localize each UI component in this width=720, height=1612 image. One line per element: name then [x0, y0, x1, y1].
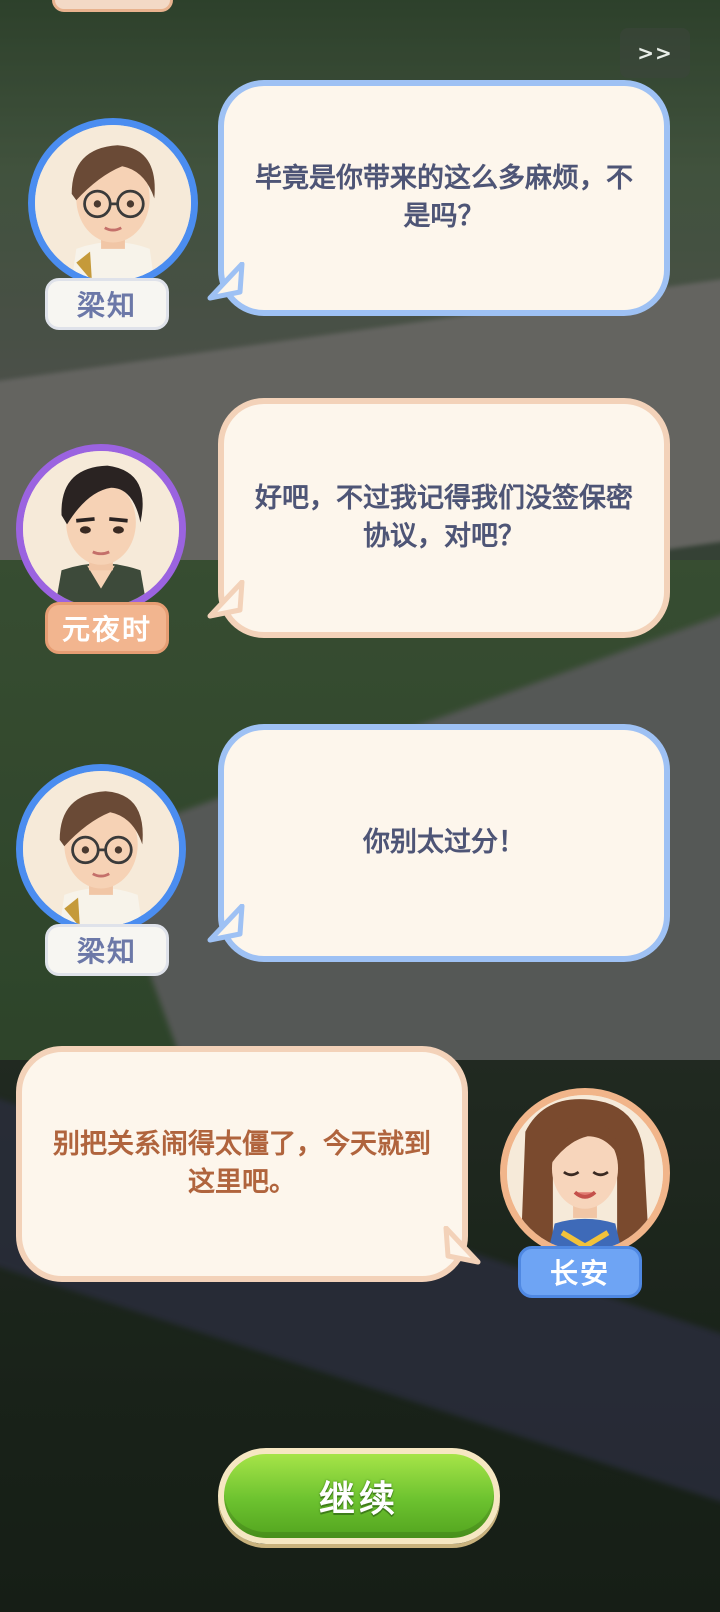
dialogue-text: 毕竟是你带来的这么多麻烦，不是吗？: [255, 163, 633, 232]
avatar-liangzhi: [16, 764, 186, 934]
previous-nametag-edge: [52, 0, 173, 12]
dialogue-text: 你别太过分！: [363, 827, 525, 858]
bubble-tail-icon: [443, 1226, 481, 1265]
speaker-nametag: 长安: [518, 1246, 642, 1298]
avatar-liangzhi: [28, 118, 198, 288]
avatar-changan: [500, 1088, 670, 1258]
avatar-yuanyeshi: [16, 444, 186, 614]
bubble-tail-icon: [207, 904, 245, 943]
dialogue-text: 别把关系闹得太僵了，今天就到这里吧。: [53, 1129, 431, 1198]
yuanyeshi-portrait-icon: [23, 451, 179, 607]
speaker-nametag: 梁知: [45, 924, 169, 976]
dialogue-bubble: 好吧，不过我记得我们没签保密协议，对吧？: [218, 398, 670, 638]
dialogue-text: 好吧，不过我记得我们没签保密协议，对吧？: [255, 483, 633, 552]
dialogue-bubble: 毕竟是你带来的这么多麻烦，不是吗？: [218, 80, 670, 316]
dialogue-bubble: 别把关系闹得太僵了，今天就到这里吧。: [16, 1046, 468, 1282]
dialogue-bubble: 你别太过分！: [218, 724, 670, 962]
speaker-nametag: 元夜时: [45, 602, 169, 654]
bubble-tail-icon: [207, 580, 245, 619]
skip-button[interactable]: >>: [620, 28, 690, 78]
liangzhi-portrait-icon: [35, 125, 191, 281]
changan-portrait-icon: [507, 1095, 663, 1251]
continue-button[interactable]: 继续: [218, 1448, 500, 1544]
speaker-nametag: 梁知: [45, 278, 169, 330]
liangzhi-portrait-icon: [23, 771, 179, 927]
bubble-tail-icon: [207, 262, 245, 301]
